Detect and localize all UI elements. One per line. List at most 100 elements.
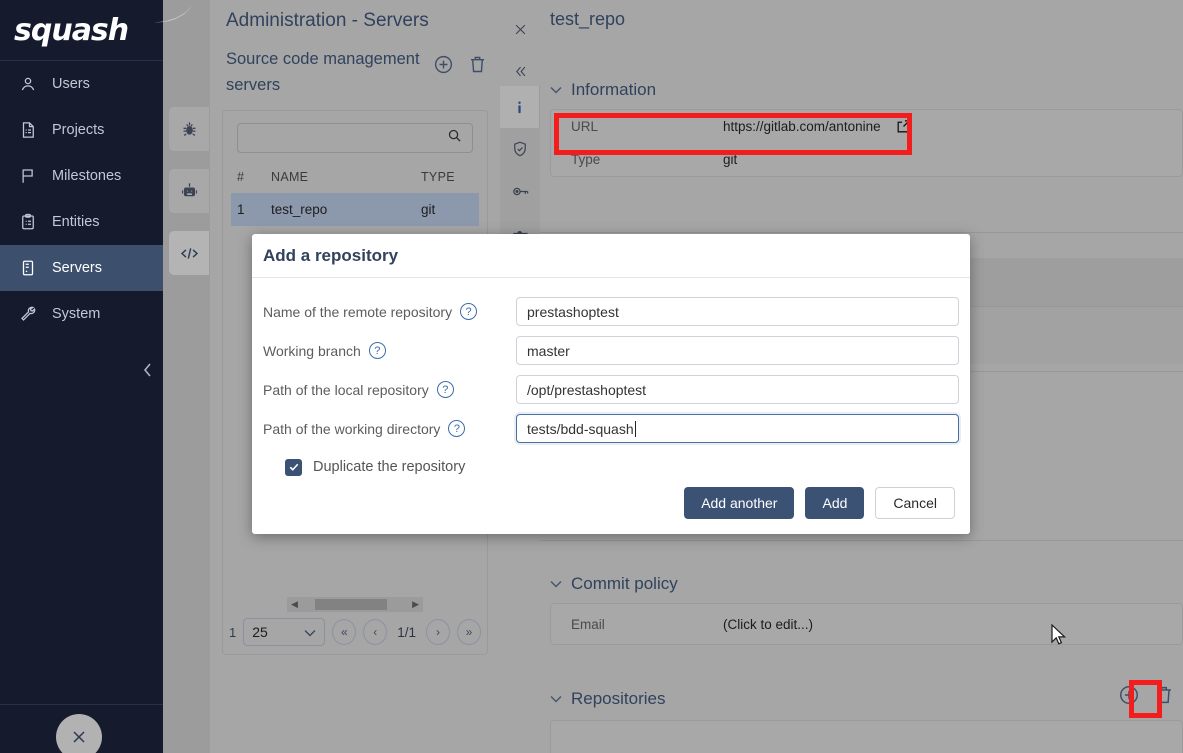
pagination-first-button[interactable]: «	[332, 619, 356, 645]
field-row-local-path: Path of the local repository ? /opt/pres…	[263, 370, 959, 409]
ghost-divider-3	[540, 540, 1183, 541]
commit-policy-key-email: Email	[571, 617, 723, 632]
sidebar-item-projects[interactable]: Projects	[0, 107, 163, 153]
sidebar-item-label: System	[52, 306, 100, 322]
code-icon[interactable]	[169, 231, 209, 275]
add-button[interactable]: Add	[805, 487, 864, 519]
text-caret	[635, 421, 636, 437]
repositories-section: Repositories # NAME ▴ WORKING BRANCH PAT…	[550, 689, 1183, 753]
local-path-input[interactable]: /opt/prestashoptest	[516, 375, 959, 404]
chevron-down-icon	[550, 83, 562, 97]
brand-name: squash	[14, 13, 128, 48]
sidebar-item-system[interactable]: System	[0, 291, 163, 337]
cell-num: 1	[231, 193, 265, 226]
shield-icon[interactable]	[500, 128, 540, 170]
field-label-text: Path of the working directory	[263, 421, 440, 437]
pagination-ratio: 1/1	[394, 625, 419, 640]
repositories-card: # NAME ▴ WORKING BRANCH PATH OF THE LOCA…	[550, 720, 1183, 753]
detail-title: test_repo	[550, 9, 625, 30]
clipboard-icon	[18, 213, 37, 232]
plus-circle-icon[interactable]	[1118, 684, 1140, 706]
scroll-left-icon[interactable]: ◀	[291, 599, 298, 610]
pagination-next-button[interactable]: ›	[426, 619, 450, 645]
pagination-last-button[interactable]: »	[457, 619, 481, 645]
user-icon	[18, 75, 37, 94]
pagination-prev-button[interactable]: ‹	[363, 619, 387, 645]
field-row-working-directory: Path of the working directory ? tests/bd…	[263, 409, 959, 448]
field-label-text: Working branch	[263, 343, 361, 359]
repositories-heading: Repositories	[571, 689, 666, 709]
sidebar-item-users[interactable]: Users	[0, 61, 163, 107]
modal-footer: Add another Add Cancel	[252, 472, 970, 534]
scrollbar-thumb[interactable]	[315, 599, 387, 610]
add-repository-modal: Add a repository Name of the remote repo…	[252, 234, 970, 534]
sidebar-item-label: Servers	[52, 260, 102, 276]
close-icon[interactable]	[500, 8, 540, 50]
detail-tab-group	[500, 86, 540, 254]
page-size-select[interactable]: 25	[243, 618, 325, 646]
commit-policy-row-email[interactable]: Email (Click to edit...)	[551, 604, 1182, 644]
help-circle-icon[interactable]: ?	[369, 342, 386, 359]
trash-icon[interactable]	[1153, 684, 1175, 706]
external-link-icon[interactable]	[895, 118, 912, 135]
commit-policy-section: Commit policy Email (Click to edit...)	[550, 574, 1183, 645]
remote-name-input[interactable]: prestashoptest	[516, 297, 959, 326]
page-size-value: 25	[252, 624, 268, 640]
sidebar-footer	[0, 704, 163, 753]
info-key-type: Type	[571, 152, 723, 167]
working-branch-value: master	[527, 343, 570, 359]
commit-policy-value-email[interactable]: (Click to edit...)	[723, 617, 813, 632]
servers-table: # NAME TYPE 1 test_repo git	[231, 165, 479, 226]
field-label-working-directory: Path of the working directory ?	[263, 420, 516, 437]
pagination-page-label: 1	[229, 625, 236, 640]
info-value-url: https://gitlab.com/antonine	[723, 119, 881, 134]
field-label-text: Name of the remote repository	[263, 304, 452, 320]
col-header-type[interactable]: TYPE	[415, 165, 479, 193]
wrench-icon	[18, 305, 37, 324]
working-directory-input[interactable]: tests/bdd-squash	[516, 414, 959, 443]
search-input[interactable]	[248, 131, 447, 146]
help-circle-icon[interactable]: ?	[437, 381, 454, 398]
repositories-heading-row[interactable]: Repositories	[550, 689, 1183, 709]
help-circle-icon[interactable]: ?	[448, 420, 465, 437]
col-header-name[interactable]: NAME	[265, 165, 415, 193]
app-logo[interactable]: squash	[0, 0, 163, 61]
section-header-row: Source code management servers	[222, 46, 488, 98]
info-icon[interactable]	[500, 86, 540, 128]
modal-body: Name of the remote repository ? prestash…	[252, 278, 970, 486]
info-row-url[interactable]: URL https://gitlab.com/antonine	[551, 110, 1182, 143]
working-branch-input[interactable]: master	[516, 336, 959, 365]
info-row-type[interactable]: Type git	[551, 143, 1182, 176]
pagination-area: ◀ ▶ 1 25 « ‹ 1/1 › »	[229, 597, 481, 646]
sidebar-item-entities[interactable]: Entities	[0, 199, 163, 245]
help-circle-icon[interactable]: ?	[460, 303, 477, 320]
scroll-right-icon[interactable]: ▶	[412, 599, 419, 610]
cell-type: git	[415, 193, 479, 226]
bug-icon[interactable]	[169, 107, 209, 151]
cancel-button[interactable]: Cancel	[875, 487, 955, 519]
horizontal-scrollbar[interactable]: ◀ ▶	[287, 597, 423, 612]
search-input-wrapper[interactable]	[237, 123, 473, 153]
sidebar-item-milestones[interactable]: Milestones	[0, 153, 163, 199]
table-row[interactable]: 1 test_repo git	[231, 193, 479, 226]
sidebar-item-label: Users	[52, 76, 90, 92]
information-heading-row[interactable]: Information	[550, 80, 1183, 100]
close-icon[interactable]	[56, 714, 102, 753]
field-row-remote-name: Name of the remote repository ? prestash…	[263, 292, 959, 331]
plus-circle-icon[interactable]	[433, 54, 454, 75]
info-key-url: URL	[571, 119, 723, 134]
col-header-num[interactable]: #	[231, 165, 265, 193]
chevron-down-icon	[550, 577, 562, 591]
key-icon[interactable]	[500, 170, 540, 212]
cell-name: test_repo	[265, 193, 415, 226]
sidebar-item-label: Milestones	[52, 168, 121, 184]
search-icon[interactable]	[447, 128, 462, 148]
table-header-row: # NAME TYPE	[231, 165, 479, 193]
trash-icon[interactable]	[467, 54, 488, 75]
add-another-button[interactable]: Add another	[684, 487, 794, 519]
sidebar-item-servers[interactable]: Servers	[0, 245, 163, 291]
sidebar-item-label: Entities	[52, 214, 100, 230]
commit-policy-heading-row[interactable]: Commit policy	[550, 574, 1183, 594]
sidebar-collapse-button[interactable]	[142, 362, 153, 383]
robot-icon[interactable]	[169, 169, 209, 213]
